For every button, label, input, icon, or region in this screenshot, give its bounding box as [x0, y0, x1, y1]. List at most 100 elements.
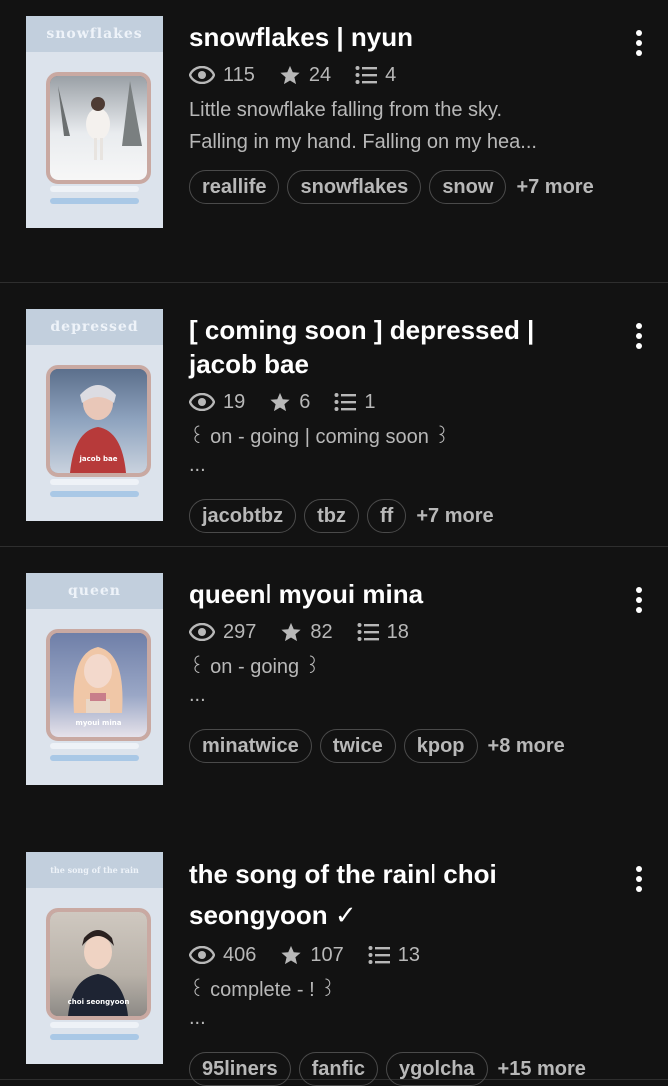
story-info: queenl myoui mina 297 82 18 ꒰ on - going…	[189, 577, 608, 763]
cover-caption: jacob bae	[79, 455, 118, 463]
reads-count: 297	[223, 620, 257, 643]
cover-title: queen	[26, 573, 163, 609]
reads-stat: 115	[189, 64, 255, 87]
story-info: the song of the rainl choi seongyoon ✓ 4…	[189, 854, 608, 1086]
tag-chip[interactable]: tbz	[304, 499, 360, 533]
reads-stat: 297	[189, 621, 256, 644]
votes-stat: 82	[280, 621, 333, 644]
parts-count: 18	[386, 620, 409, 643]
reads-count: 115	[223, 63, 255, 86]
cover-title: depressed	[26, 309, 163, 345]
story-title[interactable]: queenl myoui mina	[189, 577, 608, 611]
tag-chip[interactable]: ff	[367, 499, 407, 533]
more-tags[interactable]: +15 more	[498, 1058, 586, 1081]
eye-icon	[189, 946, 215, 964]
tag-chip[interactable]: minatwice	[189, 729, 312, 763]
tag-chip[interactable]: fanfic	[298, 1052, 378, 1086]
cover-decoration	[50, 479, 139, 485]
story-description: ꒰ on - going | coming soon ꒱ ...	[189, 421, 608, 487]
story-card[interactable]: the song of the rain choi seongyoon the …	[0, 826, 668, 1086]
parts-stat: 13	[368, 944, 420, 967]
description-line: ꒰ on - going ꒱	[189, 656, 321, 678]
reads-count: 19	[223, 390, 246, 413]
story-stats: 19 6 1	[189, 389, 608, 415]
list-icon	[368, 946, 390, 964]
story-stats: 406 107 13	[189, 942, 608, 968]
tag-chip[interactable]: jacobtbz	[189, 499, 297, 533]
cover-decoration	[50, 491, 139, 497]
tag-chip[interactable]: twice	[319, 729, 396, 763]
more-vertical-icon[interactable]	[634, 30, 644, 56]
cover-decoration	[50, 755, 139, 761]
votes-count: 6	[299, 390, 311, 413]
title-line: the song of the rainl choi	[189, 859, 497, 889]
tag-chip[interactable]: snow	[429, 170, 507, 204]
title-line: [ coming soon ] depressed |	[189, 315, 535, 345]
more-vertical-icon[interactable]	[634, 323, 644, 349]
story-cover[interactable]: depressed jacob bae	[26, 309, 163, 521]
eye-icon	[189, 66, 215, 84]
star-icon	[281, 622, 301, 642]
cover-title: the song of the rain	[26, 852, 163, 888]
parts-stat: 18	[357, 621, 409, 644]
story-description: Little snowflake falling from the sky. F…	[189, 94, 608, 158]
tag-chip[interactable]: kpop	[403, 729, 478, 763]
story-cover[interactable]: queen myoui mina	[26, 573, 163, 785]
reads-stat: 19	[189, 391, 245, 414]
parts-stat: 1	[334, 390, 376, 414]
tag-chip[interactable]: snowflakes	[287, 170, 422, 204]
parts-count: 4	[385, 63, 397, 86]
cover-caption: myoui mina	[75, 719, 122, 727]
more-vertical-icon[interactable]	[634, 866, 644, 892]
tag-list: 95liners fanfic ygolcha +15 more	[189, 1052, 608, 1086]
cover-photo: myoui mina	[46, 629, 151, 741]
description-line: ꒰ complete - ! ꒱	[189, 979, 336, 1001]
votes-stat: 107	[280, 944, 344, 967]
tag-chip[interactable]: reallife	[189, 170, 280, 204]
tag-list: jacobtbz tbz ff +7 more	[189, 499, 608, 533]
story-title[interactable]: [ coming soon ] depressed | jacob bae	[189, 313, 608, 381]
cover-decoration	[50, 186, 139, 192]
story-title[interactable]: the song of the rainl choi seongyoon ✓	[189, 854, 608, 936]
cover-decoration	[50, 1022, 139, 1028]
reads-stat: 406	[189, 944, 256, 967]
description-line: ...	[189, 684, 206, 706]
description-line: ...	[189, 1007, 206, 1029]
description-line: ꒰ on - going | coming soon ꒱	[189, 426, 451, 448]
story-cover[interactable]: the song of the rain choi seongyoon	[26, 852, 163, 1064]
story-card[interactable]: depressed jacob bae [ coming soon ] depr…	[0, 283, 668, 547]
title-line: seongyoon ✓	[189, 900, 357, 930]
story-stats: 115 24 4	[189, 62, 608, 88]
tag-chip[interactable]: 95liners	[189, 1052, 291, 1086]
title-line: jacob bae	[189, 349, 309, 379]
parts-count: 1	[364, 390, 376, 413]
story-info: snowflakes | nyun 115 24 4 Little snowfl…	[189, 20, 608, 204]
eye-icon	[189, 623, 215, 641]
cover-photo	[46, 72, 151, 184]
story-cover[interactable]: snowflakes	[26, 16, 163, 228]
more-tags[interactable]: +7 more	[416, 505, 493, 528]
story-title[interactable]: snowflakes | nyun	[189, 20, 608, 54]
more-tags[interactable]: +8 more	[488, 735, 565, 758]
votes-count: 24	[308, 63, 332, 86]
more-vertical-icon[interactable]	[634, 587, 644, 613]
star-icon	[280, 65, 300, 85]
cover-photo: jacob bae	[46, 365, 151, 477]
cover-decoration	[50, 743, 139, 749]
list-icon	[357, 623, 379, 641]
story-card[interactable]: snowflakes snowflakes | nyun 115 24 4 Li…	[0, 0, 668, 283]
story-info: [ coming soon ] depressed | jacob bae 19…	[189, 313, 608, 533]
more-tags[interactable]: +7 more	[516, 176, 593, 199]
list-icon	[334, 393, 357, 411]
cover-title: snowflakes	[26, 16, 163, 52]
star-icon	[281, 945, 301, 965]
tag-list: reallife snowflakes snow +7 more	[189, 170, 608, 204]
votes-stat: 24	[279, 64, 331, 87]
parts-count: 13	[397, 943, 420, 966]
star-icon	[270, 392, 290, 412]
tag-chip[interactable]: ygolcha	[385, 1052, 488, 1086]
cover-photo: choi seongyoon	[46, 908, 151, 1020]
story-description: ꒰ on - going ꒱ ...	[189, 651, 608, 717]
cover-caption: choi seongyoon	[67, 998, 130, 1006]
story-card[interactable]: queen myoui mina queenl myoui mina 297 8…	[0, 547, 668, 826]
